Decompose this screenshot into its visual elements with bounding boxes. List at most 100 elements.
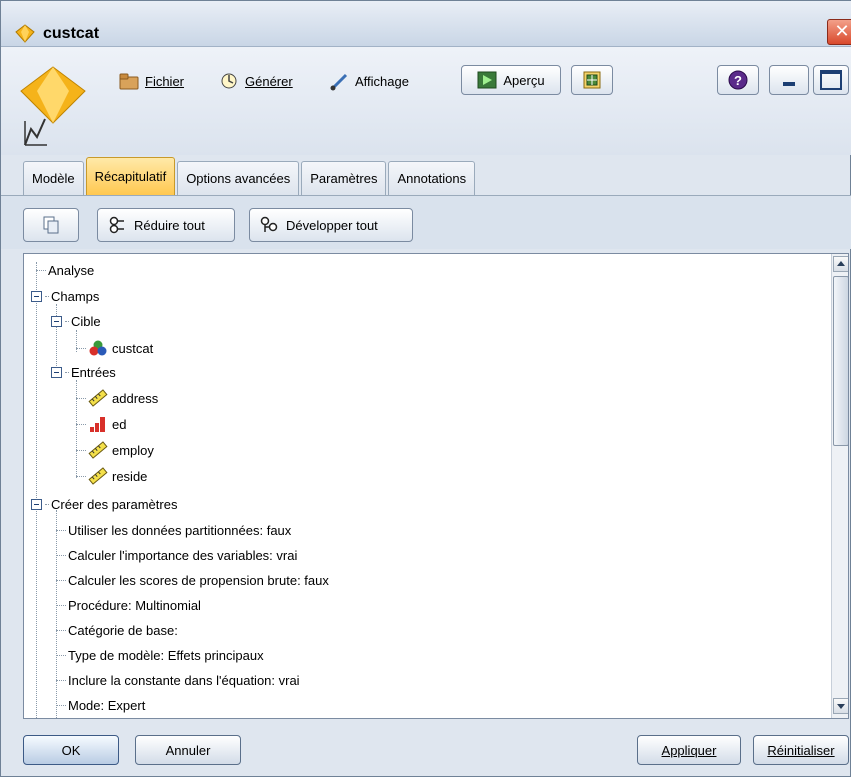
tab-model[interactable]: Modèle xyxy=(23,161,84,195)
tree-node-input-field[interactable]: employ xyxy=(76,440,154,460)
collapse-node-icon[interactable] xyxy=(31,290,42,302)
reset-label: Réinitialiser xyxy=(767,742,835,758)
tree-node-label: employ xyxy=(112,442,154,458)
title-bar[interactable]: custcat ✕ xyxy=(1,1,851,47)
tree-node-label: Cible xyxy=(71,313,101,329)
apply-button[interactable]: Appliquer xyxy=(637,735,741,765)
tree-node-setting[interactable]: Utiliser les données partitionnées: faux xyxy=(56,520,291,540)
scroll-up-button[interactable] xyxy=(833,256,848,272)
svg-text:?: ? xyxy=(734,73,742,88)
tree-node-label: Mode: Expert xyxy=(68,697,146,713)
tree-node-setting[interactable]: Type de modèle: Effets principaux xyxy=(56,645,264,665)
tree-node-analysis[interactable]: Analyse xyxy=(36,260,94,280)
tab-bar: Modèle Récapitulatif Options avancées Pa… xyxy=(23,157,476,195)
expand-icon xyxy=(260,216,278,232)
tree-node-setting[interactable]: Procédure: Multinomial xyxy=(56,595,201,615)
preview-button[interactable]: Aperçu xyxy=(461,65,561,95)
tree-node-label: Type de modèle: Effets principaux xyxy=(68,647,264,663)
tab-advanced-options[interactable]: Options avancées xyxy=(177,161,300,195)
close-button[interactable]: ✕ xyxy=(827,19,851,45)
tree-node-label: Calculer l'importance des variables: vra… xyxy=(68,547,298,563)
tab-settings[interactable]: Paramètres xyxy=(301,161,387,195)
tree-node-input-field[interactable]: ed xyxy=(76,414,126,434)
arrow-down-icon xyxy=(837,704,845,709)
expand-all-label: Développer tout xyxy=(286,217,378,233)
tree-node-label: address xyxy=(112,390,159,406)
tab-advanced-options-label: Options avancées xyxy=(186,171,291,186)
tab-annotations[interactable]: Annotations xyxy=(388,161,476,195)
tree-node-label: Entrées xyxy=(71,364,116,380)
file-menu[interactable]: Fichier xyxy=(119,69,184,93)
table-export-icon xyxy=(583,71,601,89)
window-title: custcat xyxy=(43,25,100,42)
ordinal-field-icon xyxy=(90,417,105,432)
vertical-scrollbar[interactable] xyxy=(831,254,848,718)
ok-button[interactable]: OK xyxy=(23,735,119,765)
help-icon: ? xyxy=(728,70,748,90)
tree-node-label: Inclure la constante dans l'équation: vr… xyxy=(68,672,300,688)
tree-node-label: Créer des paramètres xyxy=(51,496,178,512)
view-menu-label: Affichage xyxy=(355,73,409,89)
minimize-button[interactable] xyxy=(769,65,809,95)
generate-menu[interactable]: Générer xyxy=(219,69,293,93)
preview-label: Aperçu xyxy=(503,72,545,88)
continuous-field-icon xyxy=(88,441,108,459)
tree-node-label: Calculer les scores de propension brute:… xyxy=(68,572,329,588)
model-window: custcat ✕ Fichier Générer Affichage Aper… xyxy=(0,0,851,777)
summary-tree[interactable]: Analyse Champs Cible custcat Entrées add… xyxy=(23,253,849,719)
copy-icon xyxy=(43,216,59,234)
maximize-icon xyxy=(820,70,842,90)
scroll-down-button[interactable] xyxy=(833,698,848,714)
tab-settings-label: Paramètres xyxy=(310,171,378,186)
collapse-node-icon[interactable] xyxy=(51,315,62,327)
tree-node-label: Utiliser les données partitionnées: faux xyxy=(68,522,292,538)
tree-connector xyxy=(36,262,37,718)
export-button[interactable] xyxy=(571,65,613,95)
collapse-all-label: Réduire tout xyxy=(134,217,205,233)
cancel-label: Annuler xyxy=(165,742,211,758)
tree-node-input-field[interactable]: reside xyxy=(76,466,147,486)
tree-node-label: reside xyxy=(112,468,148,484)
toolbar-area: Fichier Générer Affichage Aperçu ? xyxy=(1,47,851,155)
collapse-node-icon[interactable] xyxy=(51,366,62,378)
tree-node-build-settings[interactable]: Créer des paramètres xyxy=(31,494,177,514)
tree-node-setting[interactable]: Calculer l'importance des variables: vra… xyxy=(56,545,297,565)
tab-model-label: Modèle xyxy=(32,171,75,186)
folder-icon xyxy=(119,73,139,90)
collapse-all-button[interactable]: Réduire tout xyxy=(97,208,235,242)
tab-summary-label: Récapitulatif xyxy=(94,169,167,184)
maximize-button[interactable] xyxy=(813,65,849,95)
copy-button[interactable] xyxy=(23,208,79,242)
play-icon xyxy=(477,71,497,89)
generate-menu-label: Générer xyxy=(245,73,293,89)
tree-node-label: custcat xyxy=(112,340,154,356)
tree-node-input-field[interactable]: address xyxy=(76,388,158,408)
reset-button[interactable]: Réinitialiser xyxy=(753,735,849,765)
ok-label: OK xyxy=(61,742,81,758)
tree-node-setting[interactable]: Catégorie de base: xyxy=(56,620,178,640)
collapse-icon xyxy=(109,216,124,234)
summary-toolbar: Réduire tout Développer tout xyxy=(1,195,851,249)
tree-node-target[interactable]: Cible xyxy=(51,311,101,331)
tree-node-label: Analyse xyxy=(48,262,95,278)
tab-summary[interactable]: Récapitulatif xyxy=(85,157,176,195)
collapse-node-icon[interactable] xyxy=(31,498,42,510)
tree-node-label: ed xyxy=(112,416,127,432)
help-button[interactable]: ? xyxy=(717,65,759,95)
model-logo-icon xyxy=(20,66,86,146)
tree-node-fields[interactable]: Champs xyxy=(31,286,99,306)
view-menu[interactable]: Affichage xyxy=(329,69,409,93)
tree-node-setting[interactable]: Inclure la constante dans l'équation: vr… xyxy=(56,670,300,690)
model-nugget-icon xyxy=(15,24,35,43)
nominal-field-icon xyxy=(89,340,107,356)
tree-node-label: Procédure: Multinomial xyxy=(68,597,201,613)
tree-node-inputs[interactable]: Entrées xyxy=(51,362,116,382)
expand-all-button[interactable]: Développer tout xyxy=(249,208,413,242)
tree-node-setting[interactable]: Calculer les scores de propension brute:… xyxy=(56,570,329,590)
file-menu-label: Fichier xyxy=(145,73,185,89)
tree-node-target-field[interactable]: custcat xyxy=(76,338,153,358)
generate-icon xyxy=(221,73,237,89)
cancel-button[interactable]: Annuler xyxy=(135,735,241,765)
tree-node-setting[interactable]: Mode: Expert xyxy=(56,695,145,715)
scroll-thumb[interactable] xyxy=(833,276,848,446)
